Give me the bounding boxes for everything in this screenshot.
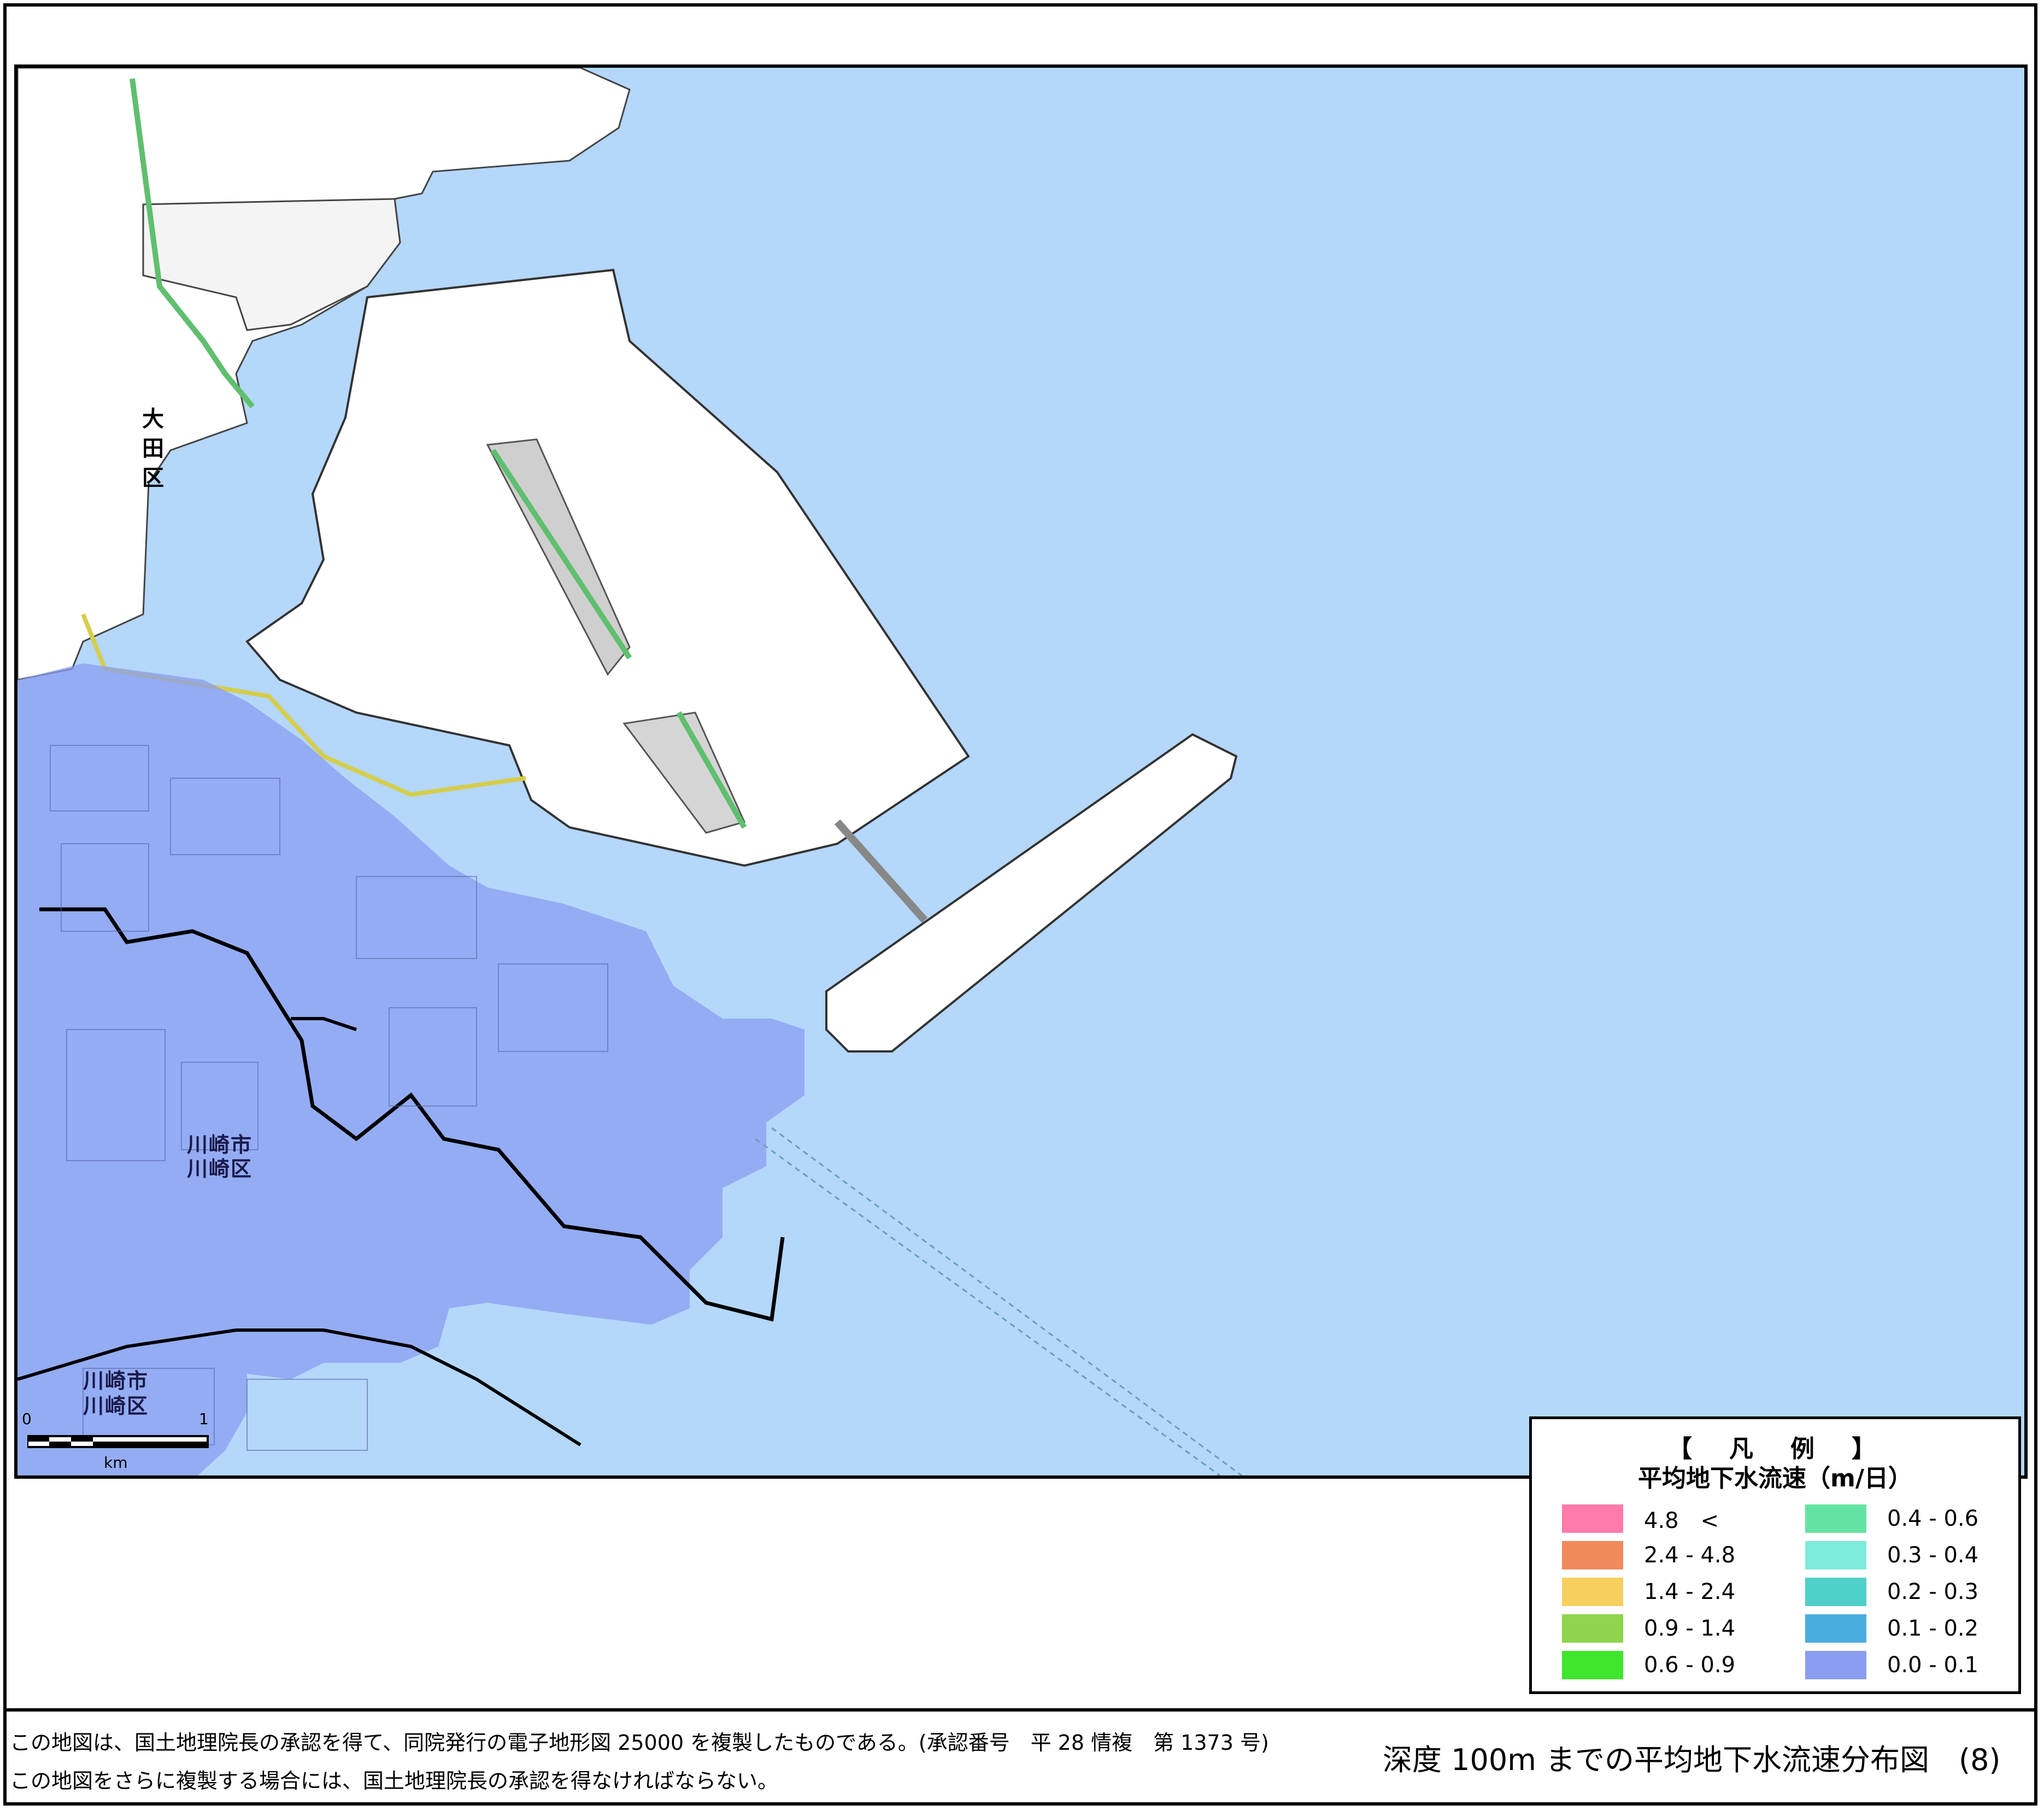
aqua-line-2 — [771, 1127, 1242, 1475]
legend-swatch — [1805, 1614, 1866, 1643]
legend-swatch — [1805, 1651, 1866, 1679]
legend-subtitle: 平均地下水流速（m/日） — [1638, 1465, 1912, 1492]
legend-swatch — [1805, 1578, 1866, 1606]
scale-start: 0 — [22, 1410, 32, 1428]
copyright-note-2: この地図をさらに複製する場合には、国土地理院長の承認を得なければならない。 — [10, 1769, 779, 1793]
legend-label: 0.0 - 0.1 — [1887, 1653, 1979, 1678]
footer-divider — [3, 1708, 2037, 1712]
label-ota: 大田区 — [142, 407, 165, 491]
legend-swatch — [1562, 1578, 1623, 1606]
legend-swatch — [1562, 1541, 1623, 1569]
scale-unit: km — [104, 1454, 128, 1472]
map-title: 深度 100m までの平均地下水流速分布図 (8) — [1383, 1743, 2001, 1777]
legend-swatch — [1562, 1651, 1623, 1679]
bridge — [834, 819, 928, 923]
scale-bar: 0 1 km — [22, 1410, 219, 1472]
legend-label: 0.6 - 0.9 — [1644, 1653, 1736, 1678]
map-canvas — [17, 68, 1242, 1475]
legend-swatch — [1562, 1504, 1623, 1533]
legend-label: 0.4 - 0.6 — [1887, 1506, 1979, 1531]
legend-label: 1.4 - 2.4 — [1644, 1579, 1736, 1604]
airport-land — [245, 268, 970, 867]
legend: 【 凡 例 】 平均地下水流速（m/日） 4.8 < 2.4 - 4.8 1.4… — [1529, 1416, 2021, 1694]
legend-item: 0.4 - 0.6 — [1805, 1502, 1978, 1535]
legend-item: 2.4 - 4.8 — [1562, 1539, 1735, 1572]
map-area[interactable]: 大田区 川崎市 川崎区 川崎市 川崎区 — [14, 64, 2028, 1479]
scale-bar-graphic — [27, 1435, 209, 1448]
legend-item: 0.9 - 1.4 — [1562, 1612, 1735, 1645]
legend-item: 1.4 - 2.4 — [1562, 1575, 1735, 1608]
legend-swatch — [1562, 1614, 1623, 1643]
legend-item: 0.6 - 0.9 — [1562, 1649, 1735, 1681]
legend-swatch — [1805, 1541, 1866, 1569]
legend-item: 0.0 - 0.1 — [1805, 1649, 1978, 1681]
aqua-line — [755, 1138, 1220, 1475]
label-kawasaki-ward-1: 川崎区 — [187, 1157, 253, 1181]
copyright-note-1: この地図は、国土地理院長の承認を得て、同院発行の電子地形図 25000 を複製し… — [10, 1731, 1269, 1755]
scale-end: 1 — [199, 1410, 209, 1428]
legend-item: 0.3 - 0.4 — [1805, 1539, 1978, 1572]
legend-item: 0.2 - 0.3 — [1805, 1575, 1978, 1608]
legend-label: 4.8 < — [1644, 1508, 1719, 1533]
legend-label: 0.1 - 0.2 — [1887, 1616, 1979, 1641]
legend-label: 0.2 - 0.3 — [1887, 1579, 1979, 1604]
legend-label: 2.4 - 4.8 — [1644, 1543, 1736, 1568]
legend-swatch — [1805, 1504, 1866, 1533]
legend-label: 0.9 - 1.4 — [1644, 1616, 1736, 1641]
legend-label: 0.3 - 0.4 — [1887, 1543, 1979, 1568]
legend-item: 4.8 < — [1562, 1502, 1719, 1535]
legend-item: 0.1 - 0.2 — [1805, 1612, 1978, 1645]
